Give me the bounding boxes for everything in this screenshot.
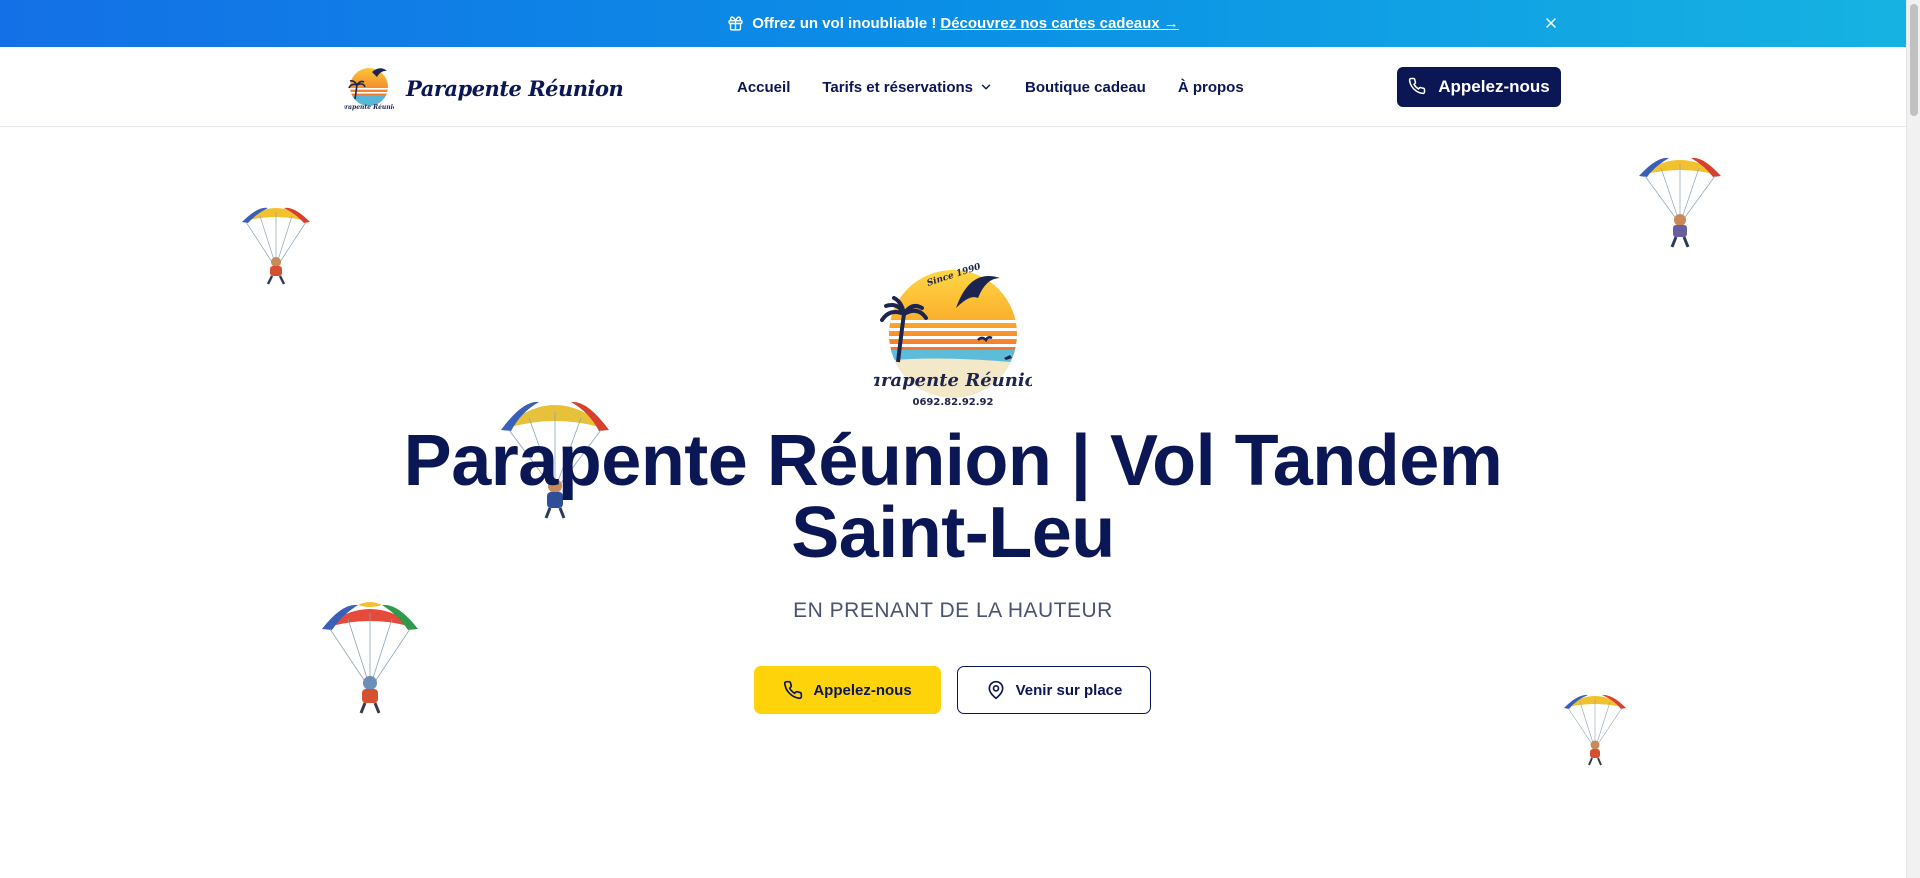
brand-logo: Parapente Réunion [344, 68, 394, 111]
brand-home-link[interactable]: Parapente Réunion Parapente Réunion [344, 63, 624, 113]
paraglider-illustration [242, 207, 310, 285]
paraglider-illustration [1564, 694, 1626, 766]
nav-item-accueil[interactable]: Accueil [737, 79, 790, 96]
promo-text: Offrez un vol inoubliable ! [752, 15, 937, 32]
map-pin-icon [986, 680, 1006, 700]
site-header: Parapente Réunion Parapente Réunion Accu… [0, 47, 1906, 127]
page-title-line2: Saint-Leu [791, 493, 1115, 573]
nav-item-a-propos[interactable]: À propos [1178, 79, 1244, 96]
close-icon[interactable] [1542, 14, 1560, 32]
hero-call-button[interactable]: Appelez-nous [754, 666, 941, 714]
nav-item-boutique[interactable]: Boutique cadeau [1025, 79, 1146, 96]
gift-cards-link[interactable]: Découvrez nos cartes cadeaux → [940, 15, 1178, 32]
call-us-label: Appelez-nous [1438, 77, 1550, 96]
phone-icon [783, 680, 803, 700]
call-us-button[interactable]: Appelez-nous [1397, 67, 1561, 107]
visit-button[interactable]: Venir sur place [957, 666, 1151, 714]
logo-name-text: Parapente Réunion [874, 370, 1032, 391]
hero-call-label: Appelez-nous [813, 681, 912, 699]
gift-icon [727, 15, 744, 32]
page-title-line1: Parapente Réunion | Vol Tandem [403, 421, 1503, 501]
main-nav: Accueil Tarifs et réservations Boutique … [737, 47, 1244, 127]
nav-item-tarifs-label: Tarifs et réservations [822, 78, 973, 96]
scrollbar-thumb[interactable] [1910, 4, 1918, 116]
page-title: Parapente Réunion | Vol Tandem Saint-Leu [0, 425, 1906, 569]
hero-logo: Since 1990 Parapente Réunion 0692.82.92.… [874, 262, 1032, 408]
promo-banner: Offrez un vol inoubliable ! Découvrez no… [0, 0, 1906, 47]
phone-icon [1408, 77, 1428, 97]
nav-item-tarifs[interactable]: Tarifs et réservations [822, 79, 993, 96]
chevron-down-icon [979, 80, 993, 94]
page-scrollbar[interactable] [1906, 0, 1920, 878]
hero-subtitle: EN PRENANT DE LA HAUTEUR [793, 599, 1113, 622]
paraglider-illustration [1639, 157, 1721, 248]
svg-text:Parapente Réunion: Parapente Réunion [344, 104, 394, 111]
brand-name: Parapente Réunion [406, 75, 624, 101]
visit-label: Venir sur place [1015, 681, 1123, 699]
logo-phone-text: 0692.82.92.92 [913, 397, 994, 408]
